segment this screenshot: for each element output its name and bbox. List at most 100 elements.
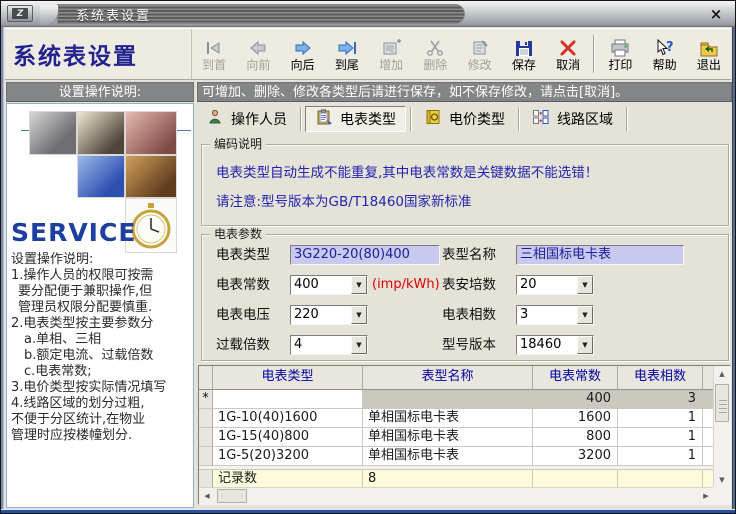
clipboard-icon xyxy=(315,109,333,129)
title-capsule: 系统表设置 xyxy=(40,4,465,25)
prev-record-button[interactable]: 向前 xyxy=(236,29,280,79)
print-button[interactable]: 打印 xyxy=(598,29,642,79)
cell-phases[interactable]: 1 xyxy=(618,447,703,466)
arrow-last-icon xyxy=(336,39,358,57)
overload-select[interactable]: 4 ▼ xyxy=(290,335,368,355)
voltage-label: 电表电压 xyxy=(216,307,270,323)
window-left-edge xyxy=(1,27,4,513)
tab-separator xyxy=(300,107,301,131)
vertical-scrollbar[interactable]: ▲ ▼ xyxy=(713,366,730,488)
scroll-down-icon[interactable]: ▼ xyxy=(714,472,730,488)
title-bar: Z 系统表设置 × xyxy=(1,1,735,27)
meter-type-table: 电表类型 表型名称 电表常数 电表相数 * 400 3 1G-10(40)160… xyxy=(198,365,731,505)
cell-phases[interactable]: 1 xyxy=(618,428,703,447)
tab-line-area[interactable]: 线路区域 xyxy=(523,106,622,132)
meter-params-group: 电表参数 电表类型 3G220-20(80)400 表型名称 三相国标电卡表 电… xyxy=(201,227,729,361)
instruction-line: 设置操作说明: xyxy=(11,252,94,267)
instruction-line: 3.电价类型按实际情况填写 xyxy=(11,380,167,395)
chevron-down-icon[interactable]: ▼ xyxy=(577,306,593,324)
ampere-select[interactable]: 20 ▼ xyxy=(516,275,594,295)
delete-record-button[interactable]: 删除 xyxy=(413,29,457,79)
printer-icon xyxy=(609,39,631,57)
cell-name[interactable] xyxy=(363,390,533,409)
instruction-line: 管理时应按楼幢划分. xyxy=(11,428,133,443)
cell-phases[interactable]: 3 xyxy=(618,390,703,409)
cell-type[interactable] xyxy=(213,390,363,409)
book-icon xyxy=(424,109,442,129)
table-row[interactable]: 1G-10(40)1600 单相国标电卡表 1600 1 xyxy=(199,409,730,428)
model-version-label: 型号版本 xyxy=(442,337,496,353)
table-row[interactable]: 1G-5(20)3200 单相国标电卡表 3200 1 xyxy=(199,447,730,466)
tab-label: 电表类型 xyxy=(340,112,396,128)
tab-separator xyxy=(518,107,519,131)
column-header[interactable]: 表型名称 xyxy=(363,366,533,390)
cell-type[interactable]: 1G-15(40)800 xyxy=(213,428,363,447)
scroll-up-icon[interactable]: ▲ xyxy=(714,366,730,382)
model-version-select[interactable]: 18460 ▼ xyxy=(516,335,594,355)
arrow-first-icon xyxy=(203,39,225,57)
first-record-button[interactable]: 到首 xyxy=(192,29,236,79)
meter-type-field[interactable]: 3G220-20(80)400 xyxy=(290,245,440,265)
page-title: 系统表设置 xyxy=(5,29,192,79)
instruction-line: c.电表常数; xyxy=(24,364,92,379)
window-title: 系统表设置 xyxy=(76,8,152,24)
next-record-button[interactable]: 向后 xyxy=(280,29,324,79)
vertical-scroll-thumb[interactable] xyxy=(715,384,729,422)
column-header[interactable]: 电表常数 xyxy=(533,366,618,390)
row-indicator: * xyxy=(199,390,213,409)
instruction-line: 管理员权限分配要慎重. xyxy=(18,300,153,315)
chevron-down-icon[interactable]: ▼ xyxy=(351,306,367,324)
tab-meter-type[interactable]: 电表类型 xyxy=(305,106,406,132)
window-right-edge xyxy=(732,27,735,513)
cell-name[interactable]: 单相国标电卡表 xyxy=(363,428,533,447)
exit-button[interactable]: 退出 xyxy=(687,29,731,79)
table-row[interactable]: 1G-15(40)800 单相国标电卡表 800 1 xyxy=(199,428,730,447)
notice-bar: 可增加、删除、修改各类型后请进行保存，如不保存修改，请点击[取消]。 xyxy=(197,82,732,102)
chevron-down-icon[interactable]: ▼ xyxy=(351,276,367,294)
cell-phases[interactable]: 1 xyxy=(618,409,703,428)
voltage-select[interactable]: 220 ▼ xyxy=(290,305,368,325)
row-indicator-header xyxy=(199,366,213,390)
tab-price-type[interactable]: 电价类型 xyxy=(415,106,514,132)
model-name-label: 表型名称 xyxy=(442,247,496,263)
horizontal-scroll-thumb[interactable] xyxy=(217,489,247,503)
scroll-left-icon[interactable]: ◀ xyxy=(199,488,215,504)
row-indicator xyxy=(199,409,213,428)
left-panel-header: 设置操作说明: xyxy=(6,82,194,102)
coding-note-2: 请注意:型号版本为GB/T18460国家新标准 xyxy=(216,194,472,210)
close-button[interactable]: × xyxy=(707,5,725,23)
row-indicator xyxy=(199,447,213,466)
cell-constant[interactable]: 800 xyxy=(533,428,618,447)
coding-notes-group: 编码说明 电表类型自动生成不能重复,其中电表常数是关键数据不能选错！ 请注意:型… xyxy=(201,137,729,226)
save-button[interactable]: 保存 xyxy=(502,29,546,79)
chevron-down-icon[interactable]: ▼ xyxy=(577,276,593,294)
edit-record-button[interactable]: 修改 xyxy=(457,29,501,79)
scissors-icon xyxy=(424,39,446,57)
cell-type[interactable]: 1G-5(20)3200 xyxy=(213,447,363,466)
chevron-down-icon[interactable]: ▼ xyxy=(351,336,367,354)
help-button[interactable]: ? 帮助 xyxy=(642,29,686,79)
meter-constant-label: 电表常数 xyxy=(216,277,270,293)
horizontal-scrollbar[interactable]: ◀ ▶ xyxy=(199,487,714,504)
cell-name[interactable]: 单相国标电卡表 xyxy=(363,409,533,428)
chevron-down-icon[interactable]: ▼ xyxy=(577,336,593,354)
cancel-button[interactable]: 取消 xyxy=(546,29,590,79)
column-header[interactable]: 电表类型 xyxy=(213,366,363,390)
cell-constant[interactable]: 3200 xyxy=(533,447,618,466)
cell-constant[interactable]: 400 xyxy=(533,390,618,409)
table-row-new[interactable]: * 400 3 xyxy=(199,390,730,409)
scroll-right-icon[interactable]: ▶ xyxy=(698,488,714,504)
meter-constant-select[interactable]: 400 ▼ xyxy=(290,275,368,295)
cell-constant[interactable]: 1600 xyxy=(533,409,618,428)
last-record-button[interactable]: 到尾 xyxy=(325,29,369,79)
cell-type[interactable]: 1G-10(40)1600 xyxy=(213,409,363,428)
add-record-button[interactable]: 增加 xyxy=(369,29,413,79)
tab-operators[interactable]: 操作人员 xyxy=(197,106,296,132)
group-title: 编码说明 xyxy=(210,137,267,151)
column-header[interactable]: 电表相数 xyxy=(618,366,703,390)
meter-type-label: 电表类型 xyxy=(216,247,270,263)
exit-folder-icon xyxy=(698,39,720,57)
phases-select[interactable]: 3 ▼ xyxy=(516,305,594,325)
cell-name[interactable]: 单相国标电卡表 xyxy=(363,447,533,466)
model-name-field[interactable]: 三相国标电卡表 xyxy=(516,245,684,265)
